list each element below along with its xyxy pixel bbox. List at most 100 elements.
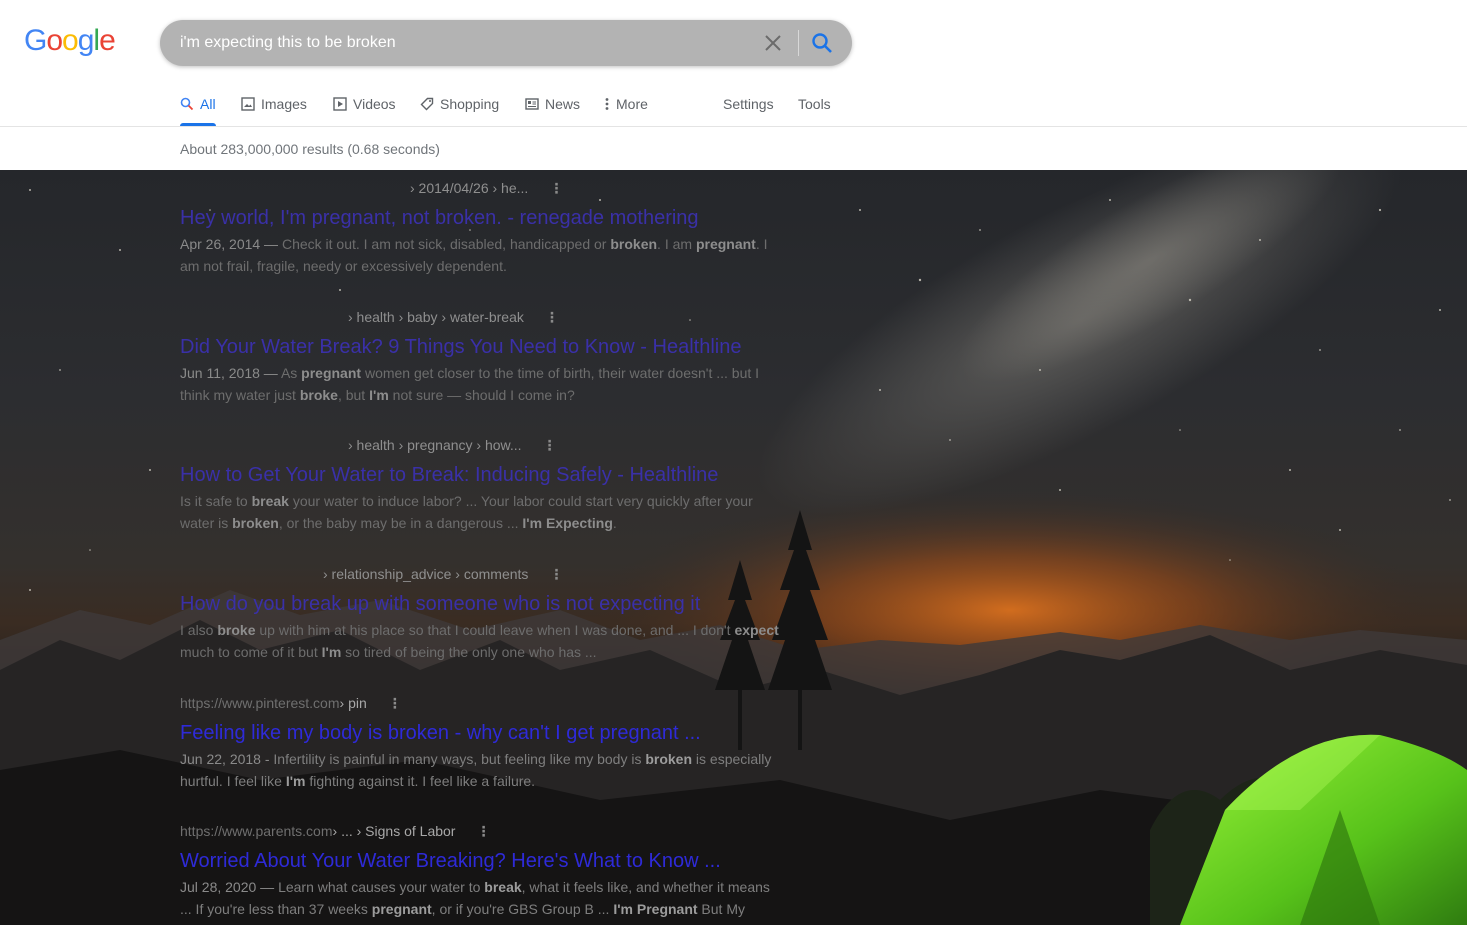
snippet-highlight: pregnant	[371, 901, 432, 917]
snippet-highlight: broken	[232, 515, 279, 531]
snippet-text: As	[280, 365, 302, 381]
snippet-text: Learn what causes your water to	[278, 879, 485, 895]
more-vert-icon[interactable]: ⋮	[548, 566, 564, 583]
snippet-text: up with him at his place so that I could…	[255, 622, 735, 638]
snippet-text: But My	[697, 901, 746, 917]
result-snippet: Apr 26, 2014 — Check it out. I am not si…	[180, 233, 780, 277]
snippet-text: , or the baby may be in a dangerous ...	[278, 515, 523, 531]
tab-videos[interactable]: Videos	[333, 86, 396, 126]
results-count: About 283,000,000 results (0.68 seconds)	[180, 141, 440, 157]
result-title[interactable]: How do you break up with someone who is …	[180, 591, 780, 617]
result-host: https://www.parents.com	[180, 823, 333, 839]
result-snippet: I also broke up with him at his place so…	[180, 619, 780, 663]
tab-settings[interactable]: Settings	[723, 86, 774, 126]
snippet-text: Jun 11, 2018 —	[180, 365, 281, 381]
snippet-text: much to come of it but	[180, 644, 322, 660]
result-url[interactable]: › health › baby › water-break ⋮	[180, 306, 780, 328]
snippet-highlight: expect	[734, 622, 779, 638]
result-path: › relationship_advice › comments	[323, 566, 529, 582]
snippet-highlight: I'm	[369, 387, 389, 403]
snippet-highlight: broken	[610, 236, 658, 252]
result-snippet: Is it safe to break your water to induce…	[180, 490, 780, 534]
snippet-text: fighting against it. I feel like a failu…	[305, 773, 536, 789]
tab-images[interactable]: Images	[241, 86, 307, 126]
clear-icon[interactable]	[764, 34, 782, 52]
landscape-illustration	[0, 170, 1467, 925]
tab-label: Shopping	[440, 96, 500, 112]
tab-news[interactable]: News	[525, 86, 580, 126]
snippet-text: . I am	[657, 236, 696, 252]
tab-more[interactable]: More	[604, 86, 648, 126]
result-snippet: Jul 28, 2020 — Learn what causes your wa…	[180, 876, 780, 920]
logo-letter: g	[77, 24, 95, 57]
result-title[interactable]: Hey world, I'm pregnant, not broken. - r…	[180, 205, 780, 231]
tab-label: Settings	[723, 96, 774, 112]
result-host: https://www.pinterest.com	[180, 695, 340, 711]
search-icon[interactable]	[808, 29, 838, 57]
result-url[interactable]: https://www.pinterest.com › pin ⋮	[180, 692, 780, 714]
tab-shopping[interactable]: Shopping	[420, 86, 499, 126]
results-info-bar: About 283,000,000 results (0.68 seconds)	[0, 127, 1467, 170]
tab-label: All	[200, 96, 216, 112]
result-snippet: Jun 22, 2018 - Infertility is painful in…	[180, 748, 780, 792]
snippet-highlight: pregnant	[301, 365, 362, 381]
search-result: https://www.parents.com › ... › Signs of…	[180, 820, 780, 920]
snippet-text: not sure — should I come in?	[388, 387, 575, 403]
more-vert-icon[interactable]: ⋮	[387, 695, 403, 712]
logo-letter: o	[46, 24, 63, 57]
result-title[interactable]: Worried About Your Water Breaking? Here'…	[180, 848, 780, 874]
snippet-text: Apr 26, 2014 —	[180, 236, 282, 252]
tab-label: Images	[261, 96, 307, 112]
result-title[interactable]: Did Your Water Break? 9 Things You Need …	[180, 334, 780, 360]
snippet-highlight: I'm	[285, 773, 306, 789]
more-vert-icon[interactable]: ⋮	[544, 309, 560, 326]
snippet-highlight: break	[251, 493, 289, 509]
result-path: › 2014/04/26 › he...	[410, 180, 529, 196]
snippet-highlight: I'm	[321, 644, 342, 660]
google-logo[interactable]: Google	[24, 24, 116, 58]
night-sky-background	[0, 170, 1467, 925]
search-icon	[180, 97, 194, 111]
result-path: › ... › Signs of Labor	[332, 823, 456, 839]
tab-label: News	[545, 96, 581, 112]
more-vert-icon[interactable]: ⋮	[542, 437, 558, 454]
result-title[interactable]: Feeling like my body is broken - why can…	[180, 720, 780, 746]
tab-tools[interactable]: Tools	[798, 86, 831, 126]
snippet-highlight: I'm Expecting	[522, 515, 613, 531]
search-result: › health › baby › water-break ⋮ Did Your…	[180, 306, 780, 406]
result-url[interactable]: › health › pregnancy › how... ⋮	[180, 434, 780, 456]
result-path: › health › pregnancy › how...	[348, 437, 522, 453]
more-vert-icon[interactable]: ⋮	[475, 823, 491, 840]
snippet-text: Jul 28, 2020 —	[180, 879, 279, 895]
search-input[interactable]	[180, 20, 740, 66]
result-path: › health › baby › water-break	[348, 309, 524, 325]
more-vert-icon[interactable]: ⋮	[548, 180, 564, 197]
snippet-text: Is it safe to	[180, 493, 252, 509]
result-title[interactable]: How to Get Your Water to Break: Inducing…	[180, 462, 780, 488]
logo-letter: o	[62, 24, 79, 57]
snippet-text: I also	[180, 622, 218, 638]
result-url[interactable]: › 2014/04/26 › he... ⋮	[180, 177, 780, 199]
snippet-highlight: break	[484, 879, 522, 895]
newspaper-icon	[525, 98, 539, 110]
snippet-text: , but	[337, 387, 370, 403]
search-box	[160, 20, 852, 66]
video-icon	[333, 97, 347, 111]
result-snippet: Jun 11, 2018 — As pregnant women get clo…	[180, 362, 780, 406]
snippet-text: .	[612, 515, 617, 531]
snippet-text: Jun 22, 2018 -	[180, 751, 274, 767]
result-url[interactable]: https://www.parents.com › ... › Signs of…	[180, 820, 780, 842]
header: Google All Images	[0, 0, 1467, 127]
result-path: › pin	[339, 695, 367, 711]
snippet-highlight: I'm Pregnant	[613, 901, 698, 917]
snippet-highlight: broke	[299, 387, 338, 403]
snippet-highlight: pregnant	[695, 236, 756, 252]
tab-all[interactable]: All	[180, 86, 216, 126]
search-result: › health › pregnancy › how... ⋮ How to G…	[180, 434, 780, 534]
logo-letter: e	[99, 24, 116, 57]
logo-letter: G	[24, 24, 47, 57]
snippet-text: , or if you're GBS Group B ...	[431, 901, 614, 917]
more-vert-icon	[605, 98, 609, 110]
search-result: https://www.pinterest.com › pin ⋮ Feelin…	[180, 692, 780, 792]
result-url[interactable]: › relationship_advice › comments ⋮	[180, 563, 780, 585]
